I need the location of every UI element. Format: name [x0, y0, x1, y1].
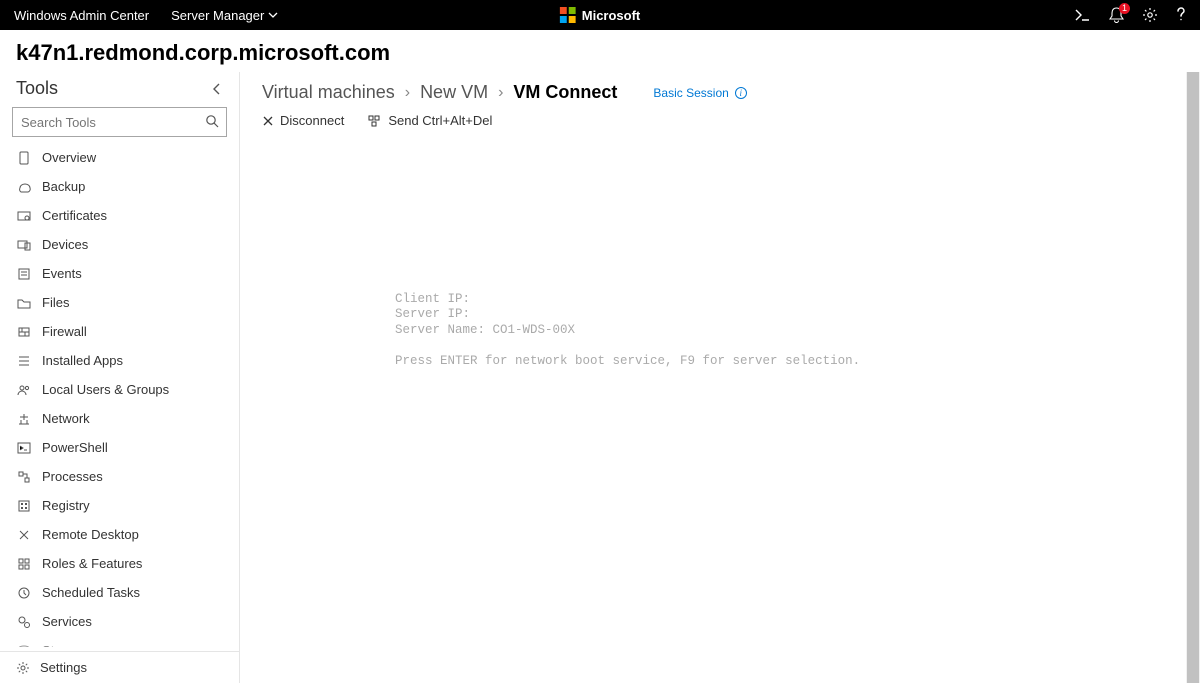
collapse-sidebar-icon[interactable]	[211, 82, 223, 96]
server-manager-label: Server Manager	[171, 8, 264, 23]
chevron-right-icon: ›	[498, 84, 503, 102]
powershell-tool-icon	[16, 441, 32, 455]
scheduled-tasks-icon	[16, 586, 32, 600]
notification-badge: 1	[1119, 3, 1130, 14]
cad-icon	[368, 115, 382, 127]
tool-overview[interactable]: Overview	[0, 143, 239, 172]
close-icon	[262, 115, 274, 127]
top-bar-left: Windows Admin Center Server Manager	[14, 8, 278, 23]
server-hostname: k47n1.redmond.corp.microsoft.com	[0, 30, 1200, 72]
tool-powershell[interactable]: PowerShell	[0, 433, 239, 462]
basic-session-link[interactable]: Basic Session i	[653, 86, 746, 100]
tool-files[interactable]: Files	[0, 288, 239, 317]
breadcrumb: Virtual machines › New VM › VM Connect B…	[240, 72, 1200, 103]
tool-storage[interactable]: Storage	[0, 636, 239, 647]
tool-devices[interactable]: Devices	[0, 230, 239, 259]
vm-console-text: WDS Boot Manager version 0800 Client IP:…	[395, 276, 860, 370]
chevron-down-icon	[268, 10, 278, 20]
backup-icon	[16, 180, 32, 194]
notifications-icon[interactable]: 1	[1109, 7, 1124, 23]
tool-events[interactable]: Events	[0, 259, 239, 288]
registry-icon	[16, 499, 32, 513]
settings-label: Settings	[40, 660, 87, 675]
tool-registry[interactable]: Registry	[0, 491, 239, 520]
tool-scheduled-tasks[interactable]: Scheduled Tasks	[0, 578, 239, 607]
remote-desktop-icon	[16, 528, 32, 542]
chevron-right-icon: ›	[405, 84, 410, 102]
devices-icon	[16, 238, 32, 252]
tool-processes[interactable]: Processes	[0, 462, 239, 491]
breadcrumb-vm-connect: VM Connect	[513, 82, 617, 103]
roles-icon	[16, 557, 32, 571]
app-name[interactable]: Windows Admin Center	[14, 8, 149, 23]
tool-firewall[interactable]: Firewall	[0, 317, 239, 346]
info-icon: i	[735, 87, 747, 99]
search-tools-input[interactable]	[12, 107, 227, 137]
help-icon[interactable]	[1176, 7, 1186, 23]
top-bar: Windows Admin Center Server Manager Micr…	[0, 0, 1200, 30]
scrollbar-thumb[interactable]	[1187, 72, 1199, 683]
tools-title: Tools	[16, 78, 58, 99]
send-ctrl-alt-del-button[interactable]: Send Ctrl+Alt+Del	[368, 113, 492, 128]
tool-services[interactable]: Services	[0, 607, 239, 636]
certificates-icon	[16, 209, 32, 223]
brand: Microsoft	[560, 7, 641, 23]
tool-roles-features[interactable]: Roles & Features	[0, 549, 239, 578]
users-icon	[16, 383, 32, 397]
breadcrumb-vms[interactable]: Virtual machines	[262, 82, 395, 103]
tool-certificates[interactable]: Certificates	[0, 201, 239, 230]
vm-toolbar: Disconnect Send Ctrl+Alt+Del	[240, 103, 1200, 138]
settings-gear-icon[interactable]	[1142, 7, 1158, 23]
storage-icon	[16, 644, 32, 648]
network-icon	[16, 412, 32, 426]
tool-backup[interactable]: Backup	[0, 172, 239, 201]
tool-network[interactable]: Network	[0, 404, 239, 433]
breadcrumb-new-vm[interactable]: New VM	[420, 82, 488, 103]
processes-icon	[16, 470, 32, 484]
settings-icon	[16, 661, 30, 675]
settings-button[interactable]: Settings	[0, 651, 239, 683]
top-bar-right: 1	[1075, 7, 1186, 23]
disconnect-button[interactable]: Disconnect	[262, 113, 344, 128]
main-scrollbar[interactable]	[1186, 72, 1200, 683]
tool-remote-desktop[interactable]: Remote Desktop	[0, 520, 239, 549]
services-icon	[16, 615, 32, 629]
files-icon	[16, 296, 32, 310]
tools-list[interactable]: Overview Backup Certificates Devices Eve…	[0, 143, 239, 647]
firewall-icon	[16, 325, 32, 339]
tools-sidebar: Tools Overview Backup Certificates Devic…	[0, 72, 240, 683]
main-content: Virtual machines › New VM › VM Connect B…	[240, 72, 1200, 683]
server-manager-dropdown[interactable]: Server Manager	[171, 8, 278, 23]
powershell-icon[interactable]	[1075, 8, 1091, 22]
brand-text: Microsoft	[582, 8, 641, 23]
microsoft-logo-icon	[560, 7, 576, 23]
overview-icon	[16, 151, 32, 165]
search-icon[interactable]	[205, 114, 219, 128]
events-icon	[16, 267, 32, 281]
tool-installed-apps[interactable]: Installed Apps	[0, 346, 239, 375]
tool-local-users[interactable]: Local Users & Groups	[0, 375, 239, 404]
apps-icon	[16, 354, 32, 368]
